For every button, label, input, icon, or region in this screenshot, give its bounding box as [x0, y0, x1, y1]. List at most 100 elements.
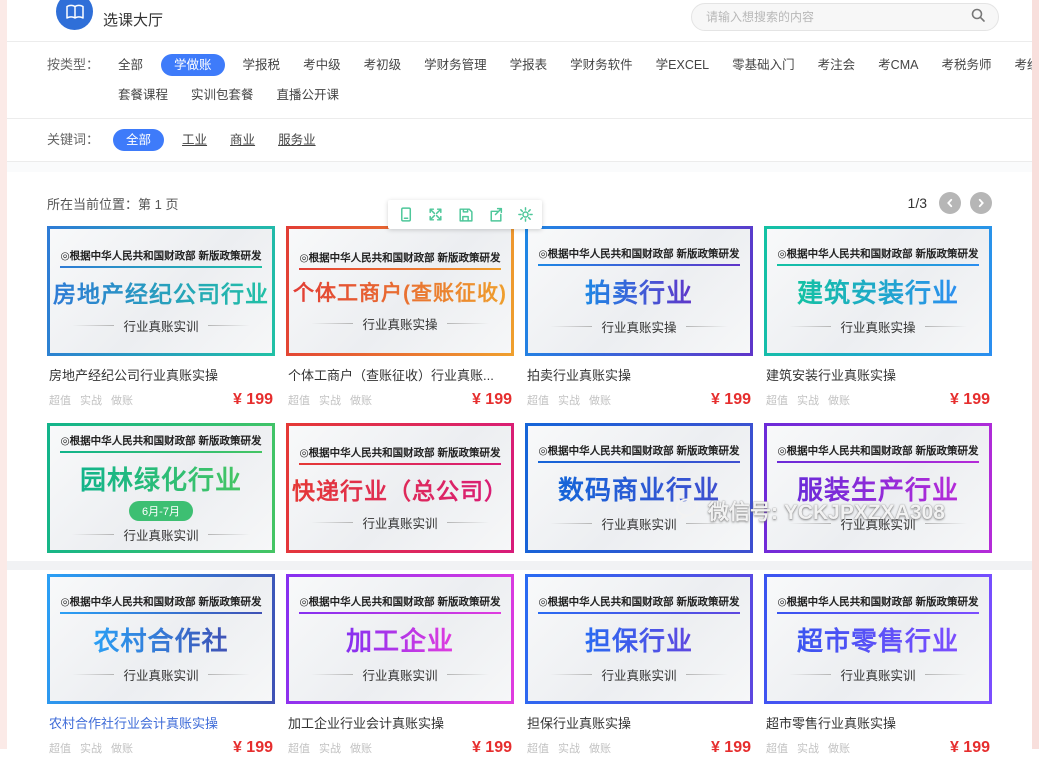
filter-keyword-section: 关键词： 全部工业商业服务业 — [0, 119, 1039, 162]
course-banner: ◎根据中华人民共和国财政部 新版政策研发快递行业（总公司）行业真账实训 — [286, 423, 514, 553]
type-option-学报税[interactable]: 学报税 — [238, 54, 286, 76]
type-option-实训包套餐[interactable]: 实训包套餐 — [186, 84, 259, 106]
banner-subtitle: 行业真账实训 — [311, 665, 488, 684]
course-banner: ◎根据中华人民共和国财政部 新版政策研发数码商业行业行业真账实训 — [525, 423, 753, 553]
banner-title: 园林绿化行业 — [80, 460, 242, 497]
course-tag: 做账 — [350, 392, 372, 408]
course-tags: 超值实战做账 — [288, 740, 372, 756]
course-title-link[interactable]: 超市零售行业真账实操 — [766, 713, 990, 732]
course-card[interactable]: ◎根据中华人民共和国财政部 新版政策研发农村合作社行业真账实训农村合作社行业会计… — [47, 574, 275, 757]
type-option-考初级[interactable]: 考初级 — [359, 54, 407, 76]
filter-type-section: 按类型： 全部学做账学报税考中级考初级学财务管理学报表学财务软件学EXCEL零基… — [0, 42, 1039, 119]
course-card[interactable]: ◎根据中华人民共和国财政部 新版政策研发园林绿化行业6月-7月行业真账实训 — [47, 423, 275, 553]
type-option-学做账[interactable]: 学做账 — [161, 54, 225, 76]
keyword-option-row: 全部工业商业服务业 — [113, 129, 321, 151]
course-tags: 超值实战做账 — [288, 392, 372, 408]
type-option-直播公开课[interactable]: 直播公开课 — [272, 84, 345, 106]
type-option-考注会[interactable]: 考注会 — [813, 54, 861, 76]
type-option-学财务管理[interactable]: 学财务管理 — [419, 54, 492, 76]
banner-note: ◎根据中华人民共和国财政部 新版政策研发 — [299, 445, 500, 463]
page-title: 选课大厅 — [103, 9, 163, 30]
capture-tool-save-icon[interactable] — [453, 204, 477, 225]
course-tag: 做账 — [111, 740, 133, 756]
course-banner: ◎根据中华人民共和国财政部 新版政策研发超市零售行业行业真账实训 — [764, 574, 992, 704]
search-input[interactable] — [704, 9, 970, 25]
type-option-学财务软件[interactable]: 学财务软件 — [565, 54, 638, 76]
banner-badge: 6月-7月 — [129, 501, 193, 521]
course-card[interactable]: ◎根据中华人民共和国财政部 新版政策研发担保行业行业真账实训担保行业真账实操超值… — [525, 574, 753, 757]
course-title-link[interactable]: 房地产经纪公司行业真账实操 — [49, 365, 273, 384]
course-tag: 实战 — [797, 392, 819, 408]
type-option-考CMA[interactable]: 考CMA — [873, 54, 923, 76]
course-tag: 实战 — [797, 740, 819, 756]
course-card[interactable]: ◎根据中华人民共和国财政部 新版政策研发快递行业（总公司）行业真账实训 — [286, 423, 514, 553]
course-tag: 做账 — [828, 392, 850, 408]
banner-note-underline — [299, 612, 500, 614]
course-price: ¥ 199 — [950, 739, 990, 757]
course-title-link[interactable]: 个体工商户（查账征收）行业真账... — [288, 365, 512, 384]
capture-tool-settings-icon[interactable] — [513, 204, 537, 225]
banner-subtitle: 行业真账实训 — [72, 665, 249, 684]
banner-subtitle: 行业真账实训 — [550, 665, 727, 684]
banner-subtitle: 行业真账实训 — [311, 513, 488, 532]
type-option-row: 全部学做账学报税考中级考初级学财务管理学报表学财务软件学EXCEL 零基础入门考注… — [113, 54, 1039, 76]
course-card[interactable]: ◎根据中华人民共和国财政部 新版政策研发建筑安装行业行业真账实操建筑安装行业真账… — [764, 226, 992, 409]
search-icon[interactable] — [970, 7, 986, 28]
type-option-学报表[interactable]: 学报表 — [505, 54, 553, 76]
capture-tool-expand-icon[interactable] — [423, 204, 447, 225]
course-card[interactable]: ◎根据中华人民共和国财政部 新版政策研发服装生产行业行业真账实训 — [764, 423, 992, 553]
banner-note: ◎根据中华人民共和国财政部 新版政策研发 — [777, 594, 978, 612]
course-card-footer: 建筑安装行业真账实操超值实战做账¥ 199 — [764, 356, 992, 409]
type-option-考中级[interactable]: 考中级 — [298, 54, 346, 76]
pager-next-button[interactable] — [970, 192, 992, 214]
course-title-link[interactable]: 建筑安装行业真账实操 — [766, 365, 990, 384]
course-price: ¥ 199 — [711, 739, 751, 757]
export-icon — [487, 206, 504, 223]
course-title-link[interactable]: 农村合作社行业会计真账实操 — [49, 713, 273, 732]
course-card[interactable]: ◎根据中华人民共和国财政部 新版政策研发拍卖行业行业真账实操拍卖行业真账实操超值… — [525, 226, 753, 409]
type-option-套餐课程[interactable]: 套餐课程 — [113, 84, 173, 106]
type-option-学EXCEL[interactable]: 学EXCEL — [651, 54, 715, 76]
keyword-option-商业[interactable]: 商业 — [225, 129, 260, 151]
banner-note: ◎根据中华人民共和国财政部 新版政策研发 — [777, 246, 978, 264]
banner-title: 超市零售行业 — [797, 621, 959, 658]
course-price: ¥ 199 — [711, 391, 751, 409]
course-banner: ◎根据中华人民共和国财政部 新版政策研发园林绿化行业6月-7月行业真账实训 — [47, 423, 275, 553]
banner-title: 农村合作社 — [93, 621, 228, 658]
course-tag: 做账 — [828, 740, 850, 756]
course-card-footer: 担保行业真账实操超值实战做账¥ 199 — [525, 704, 753, 757]
course-tag: 实战 — [319, 392, 341, 408]
keyword-option-全部[interactable]: 全部 — [113, 129, 164, 151]
type-option-全部[interactable]: 全部 — [113, 54, 148, 76]
filter-keyword-label: 关键词： — [47, 129, 99, 151]
type-option-考税务师[interactable]: 考税务师 — [936, 54, 996, 76]
pager-prev-button[interactable] — [939, 192, 961, 214]
banner-subtitle: 行业真账实操 — [789, 317, 966, 336]
course-tags: 超值实战做账 — [527, 392, 611, 408]
keyword-option-工业[interactable]: 工业 — [177, 129, 212, 151]
course-price: ¥ 199 — [233, 739, 273, 757]
course-card[interactable]: ◎根据中华人民共和国财政部 新版政策研发超市零售行业行业真账实训超市零售行业真账… — [764, 574, 992, 757]
capture-tool-export-icon[interactable] — [483, 204, 507, 225]
banner-note-underline — [538, 264, 739, 266]
course-card-footer: 个体工商户（查账征收）行业真账... 超值实战做账 ¥ 199 — [286, 356, 514, 409]
course-title-link[interactable]: 担保行业真账实操 — [527, 713, 751, 732]
course-title-link[interactable]: 加工企业行业会计真账实操 — [288, 713, 512, 732]
course-tag: 超值 — [766, 740, 788, 756]
stitch-seam — [0, 561, 1039, 570]
banner-title: 建筑安装行业 — [797, 273, 959, 310]
course-title-link[interactable]: 拍卖行业真账实操 — [527, 365, 751, 384]
capture-tool-device-icon[interactable] — [393, 204, 417, 225]
keyword-option-服务业[interactable]: 服务业 — [273, 129, 321, 151]
banner-note: ◎根据中华人民共和国财政部 新版政策研发 — [299, 250, 500, 268]
banner-note: ◎根据中华人民共和国财政部 新版政策研发 — [538, 443, 739, 461]
type-option-零基础入门[interactable]: 零基础入门 — [727, 54, 800, 76]
course-card[interactable]: ◎根据中华人民共和国财政部 新版政策研发数码商业行业行业真账实训 — [525, 423, 753, 553]
course-card[interactable]: ◎根据中华人民共和国财政部 新版政策研发个体工商户(查账征收)行业真账实操个体工… — [286, 226, 514, 409]
banner-title: 数码商业行业 — [558, 470, 720, 507]
course-price: ¥ 199 — [472, 391, 512, 409]
course-card[interactable]: ◎根据中华人民共和国财政部 新版政策研发房地产经纪公司行业行业真账实训房地产经纪… — [47, 226, 275, 409]
course-card[interactable]: ◎根据中华人民共和国财政部 新版政策研发加工企业行业真账实训加工企业行业会计真账… — [286, 574, 514, 757]
course-listing: 所在当前位置：第 1 页 1/3 ◎根据中华人民共和国财政部 新版政策研发房地产… — [0, 172, 1039, 757]
course-banner: ◎根据中华人民共和国财政部 新版政策研发拍卖行业行业真账实操 — [525, 226, 753, 356]
